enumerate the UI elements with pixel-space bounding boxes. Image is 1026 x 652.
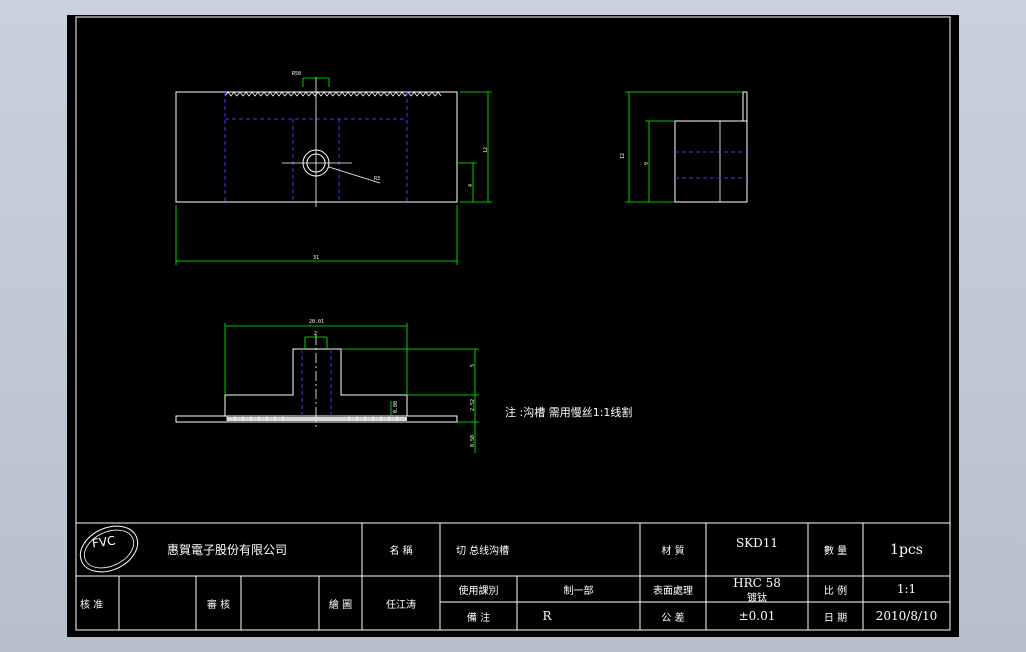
name-label: 名 稱 <box>389 546 413 557</box>
surface-value-2: 镀钛 <box>747 592 767 603</box>
remark-value: R <box>542 609 552 623</box>
date-label: 日 期 <box>823 612 848 624</box>
tolerance-value: ±0.01 <box>738 609 776 623</box>
dim-top-width: 31 <box>313 255 320 261</box>
dim-front-inner: 2 <box>314 331 318 337</box>
surface-label: 表面處理 <box>653 585 693 597</box>
qty-label: 數 量 <box>823 546 848 557</box>
surface-value-1: HRC 58 <box>733 576 781 590</box>
dim-front-h4: 0.50 <box>470 434 476 447</box>
date-value: 2010/8/10 <box>875 609 938 623</box>
usage-label: 使用課別 <box>458 585 499 597</box>
top-view-teeth <box>224 91 442 97</box>
qty-value: 1pcs <box>890 541 923 558</box>
dim-front-h3: 0.80 <box>393 400 399 413</box>
dim-top-small: R50 <box>292 71 302 77</box>
tolerance-label: 公 差 <box>661 612 685 624</box>
draw-label: 繪 圖 <box>328 599 353 611</box>
logo-ellipse <box>79 525 139 573</box>
drawer-value: 任江涛 <box>386 599 416 611</box>
top-view <box>175 77 492 265</box>
scale-value: 1:1 <box>896 582 917 596</box>
dim-top-inner: 4 <box>468 183 474 187</box>
check-label: 核 准 <box>80 599 104 611</box>
scale-label: 比 例 <box>823 585 848 597</box>
dim-front-h2: 2.52 <box>470 398 476 411</box>
dim-radius: R3 <box>374 176 381 182</box>
name-value: 切 总线沟槽 <box>456 546 510 557</box>
usage-value: 制一部 <box>563 585 594 597</box>
remark-label: 備 注 <box>466 612 491 624</box>
drawing-note: 注 :沟槽 需用慢丝1:1线割 <box>505 406 633 419</box>
material-value: SKD11 <box>735 536 779 550</box>
review-label: 審 核 <box>206 599 231 611</box>
dim-front-h1: 5 <box>470 363 476 367</box>
radius-leader <box>328 166 381 184</box>
company-name: 惠賀電子股份有限公司 <box>167 543 288 557</box>
front-view <box>175 323 479 453</box>
drawing-canvas: R50 31 12 4 R3 12 9 20.01 2 5 2.52 0.80 … <box>67 15 959 637</box>
dim-side-height: 12 <box>620 152 626 159</box>
dim-top-height: 12 <box>483 146 489 153</box>
side-view-outline <box>674 120 748 203</box>
material-label: 材 質 <box>661 546 685 557</box>
side-view <box>625 91 748 203</box>
top-view-outline <box>175 91 458 203</box>
dim-side-inner: 9 <box>644 161 650 165</box>
dim-front-width: 20.01 <box>309 319 325 325</box>
